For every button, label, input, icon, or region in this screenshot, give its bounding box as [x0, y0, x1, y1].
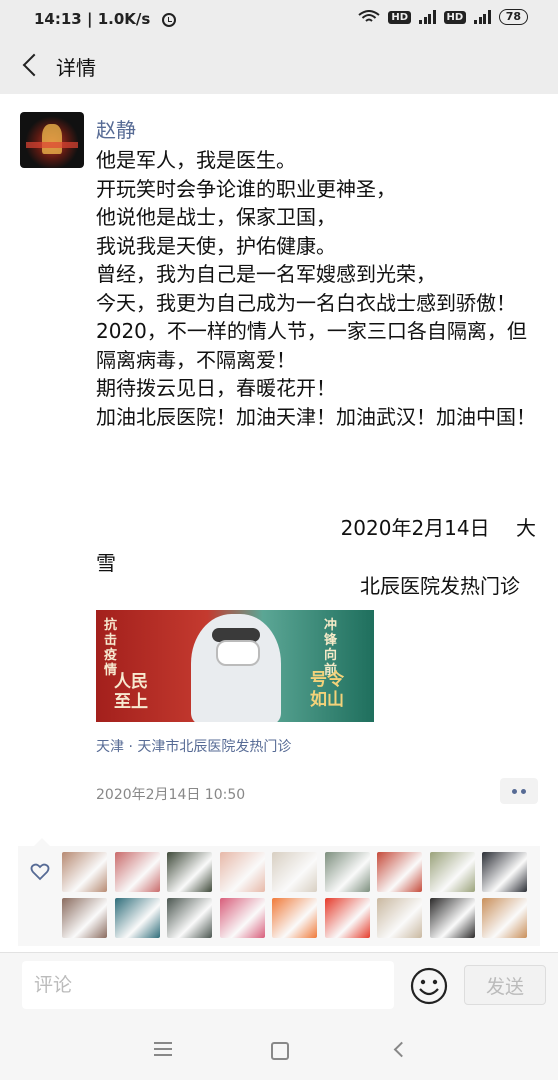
post-line: 期待拨云见日，春暖花开！ [96, 376, 336, 400]
post-line: 今天，我更为自己成为一名白衣战士感到骄傲！ [96, 290, 516, 315]
system-navigation [0, 1018, 558, 1080]
post-line: 加油北辰医院！加油天津！加油武汉！加油中国！ [96, 404, 536, 429]
send-button[interactable]: 发送 [464, 965, 546, 1005]
signal-icon [474, 10, 491, 24]
image-text-right-big: 号令如山 [310, 670, 344, 710]
image-text-left-big: 人民至上 [114, 672, 148, 712]
moment-detail: 赵静 他是军人，我是医生。 开玩笑时会争论谁的职业更神圣， 他说他是战士，保家卫… [0, 94, 558, 952]
liker-avatars [62, 852, 538, 938]
hd-badge: HD [443, 10, 467, 24]
back-chevron-icon[interactable] [20, 52, 46, 78]
comment-input[interactable] [22, 961, 394, 1009]
post-text: 他是军人，我是医生。 开玩笑时会争论谁的职业更神圣， 他说他是战士，保家卫国， … [96, 146, 544, 431]
back-icon[interactable] [392, 1042, 406, 1056]
liker-avatar[interactable] [429, 852, 475, 892]
liker-avatar[interactable] [62, 852, 107, 892]
liker-avatar[interactable] [482, 852, 527, 892]
liker-avatar[interactable] [167, 898, 212, 938]
image-text-right-small: 冲锋向前 [324, 618, 338, 678]
post-signature: 北辰医院发热门诊 [360, 574, 520, 598]
post-image[interactable]: 抗击疫情 人民至上 冲锋向前 号令如山 [96, 610, 374, 722]
liker-avatar[interactable] [114, 852, 160, 892]
liker-avatar[interactable] [62, 898, 107, 938]
liker-avatar[interactable] [324, 898, 370, 938]
post-line: 2020，不一样的情人节，一家三口各自隔离，但隔离病毒，不隔离爱！ [96, 319, 527, 372]
liker-avatar[interactable] [219, 852, 265, 892]
liker-avatar[interactable] [167, 852, 212, 892]
liker-avatar[interactable] [272, 852, 317, 892]
post-line: 他说他是战士，保家卫国， [96, 205, 336, 229]
image-text-left-small: 抗击疫情 [104, 618, 118, 678]
liker-avatar[interactable] [429, 898, 475, 938]
home-icon[interactable] [271, 1042, 289, 1060]
post-line: 他是军人，我是医生。 [96, 148, 296, 172]
comment-bar: 发送 [0, 952, 558, 1019]
liker-avatar[interactable] [324, 852, 370, 892]
likes-panel [18, 838, 540, 946]
author-name[interactable]: 赵静 [96, 114, 136, 143]
signal-icon [419, 10, 436, 24]
liker-avatar[interactable] [114, 898, 160, 938]
liker-avatar[interactable] [377, 852, 422, 892]
top-nav: 详情 [0, 38, 558, 94]
emoji-icon[interactable] [410, 967, 448, 1005]
liker-avatar[interactable] [377, 898, 422, 938]
liker-avatar[interactable] [219, 898, 265, 938]
menu-icon[interactable] [154, 1042, 172, 1056]
liker-avatar[interactable] [482, 898, 527, 938]
post-timestamp: 2020年2月14日 10:50 [96, 787, 246, 803]
avatar[interactable] [20, 112, 84, 168]
face-mask [216, 640, 260, 666]
post-date-line: 2020年2月14日 大 雪 [96, 516, 536, 575]
post-line: 曾经，我为自己是一名军嫂感到光荣， [96, 262, 436, 286]
alarm-icon [161, 13, 176, 27]
more-actions-button[interactable] [500, 778, 538, 804]
network-speed: 1.0K/s [97, 10, 151, 28]
battery-icon: 78 [498, 9, 528, 25]
wifi-icon [358, 10, 380, 22]
post-line: 开玩笑时会争论谁的职业更神圣， [96, 176, 396, 201]
post-line: 我说我是天使，护佑健康。 [96, 233, 336, 258]
heart-icon [30, 863, 50, 881]
status-time: 14:13 [34, 10, 82, 28]
post-location[interactable]: 天津 · 天津市北辰医院发热门诊 [96, 736, 291, 756]
page-title: 详情 [56, 56, 96, 80]
status-bar: 14:13 | 1.0K/s HD HD 78 [0, 0, 558, 38]
liker-avatar[interactable] [272, 898, 317, 938]
hd-badge: HD [388, 10, 412, 24]
